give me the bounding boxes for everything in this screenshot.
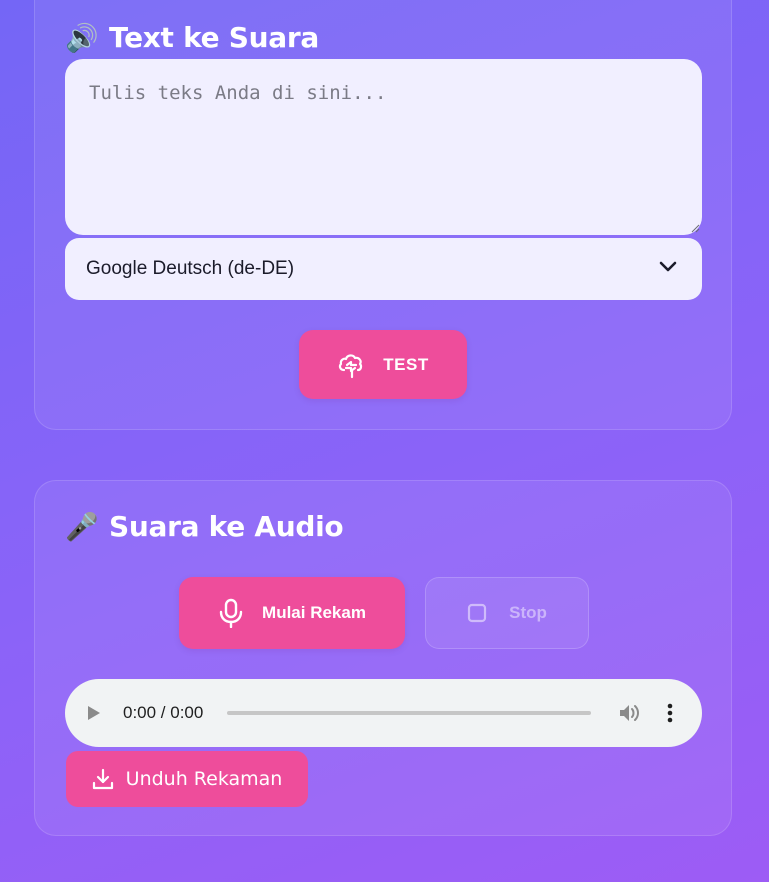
download-icon [92,768,113,790]
audio-progress-track[interactable] [227,711,591,715]
text-to-speech-card: 🔊 Text ke Suara Google Deutsch (de-DE) T… [34,0,732,430]
download-recording-button[interactable]: Unduh Rekaman [66,751,308,807]
start-recording-label: Mulai Rekam [262,603,366,622]
download-label: Unduh Rekaman [125,768,283,790]
stt-heading: 🎤 Suara ke Audio [65,510,343,543]
stop-button[interactable]: Stop [425,577,589,649]
voice-select[interactable]: Google Deutsch (de-DE) [65,238,702,300]
audio-player: 0:00 / 0:00 [65,679,702,747]
microphone-icon [219,598,243,628]
stop-label: Stop [509,603,547,622]
play-icon[interactable] [87,705,109,721]
cloud-refresh-icon [339,353,363,378]
chevron-down-icon [659,261,677,272]
stt-title: Suara ke Audio [109,510,344,543]
audio-time: 0:00 / 0:00 [123,703,204,722]
more-options-icon[interactable] [667,703,673,723]
tts-title: Text ke Suara [109,21,319,54]
text-input[interactable] [65,59,702,235]
test-button[interactable]: TEST [299,330,467,399]
start-recording-button[interactable]: Mulai Rekam [179,577,405,649]
tts-heading: 🔊 Text ke Suara [65,21,319,54]
speaker-icon: 🔊 [65,22,99,54]
microphone-emoji-icon: 🎤 [65,511,99,543]
resize-handle-icon[interactable] [690,223,700,233]
voice-recorder-card: 🎤 Suara ke Audio Mulai Rekam Stop 0:00 /… [34,480,732,836]
volume-icon[interactable] [619,703,641,723]
test-button-label: TEST [383,354,429,374]
voice-select-value: Google Deutsch (de-DE) [86,258,295,279]
stop-square-icon [468,603,487,623]
